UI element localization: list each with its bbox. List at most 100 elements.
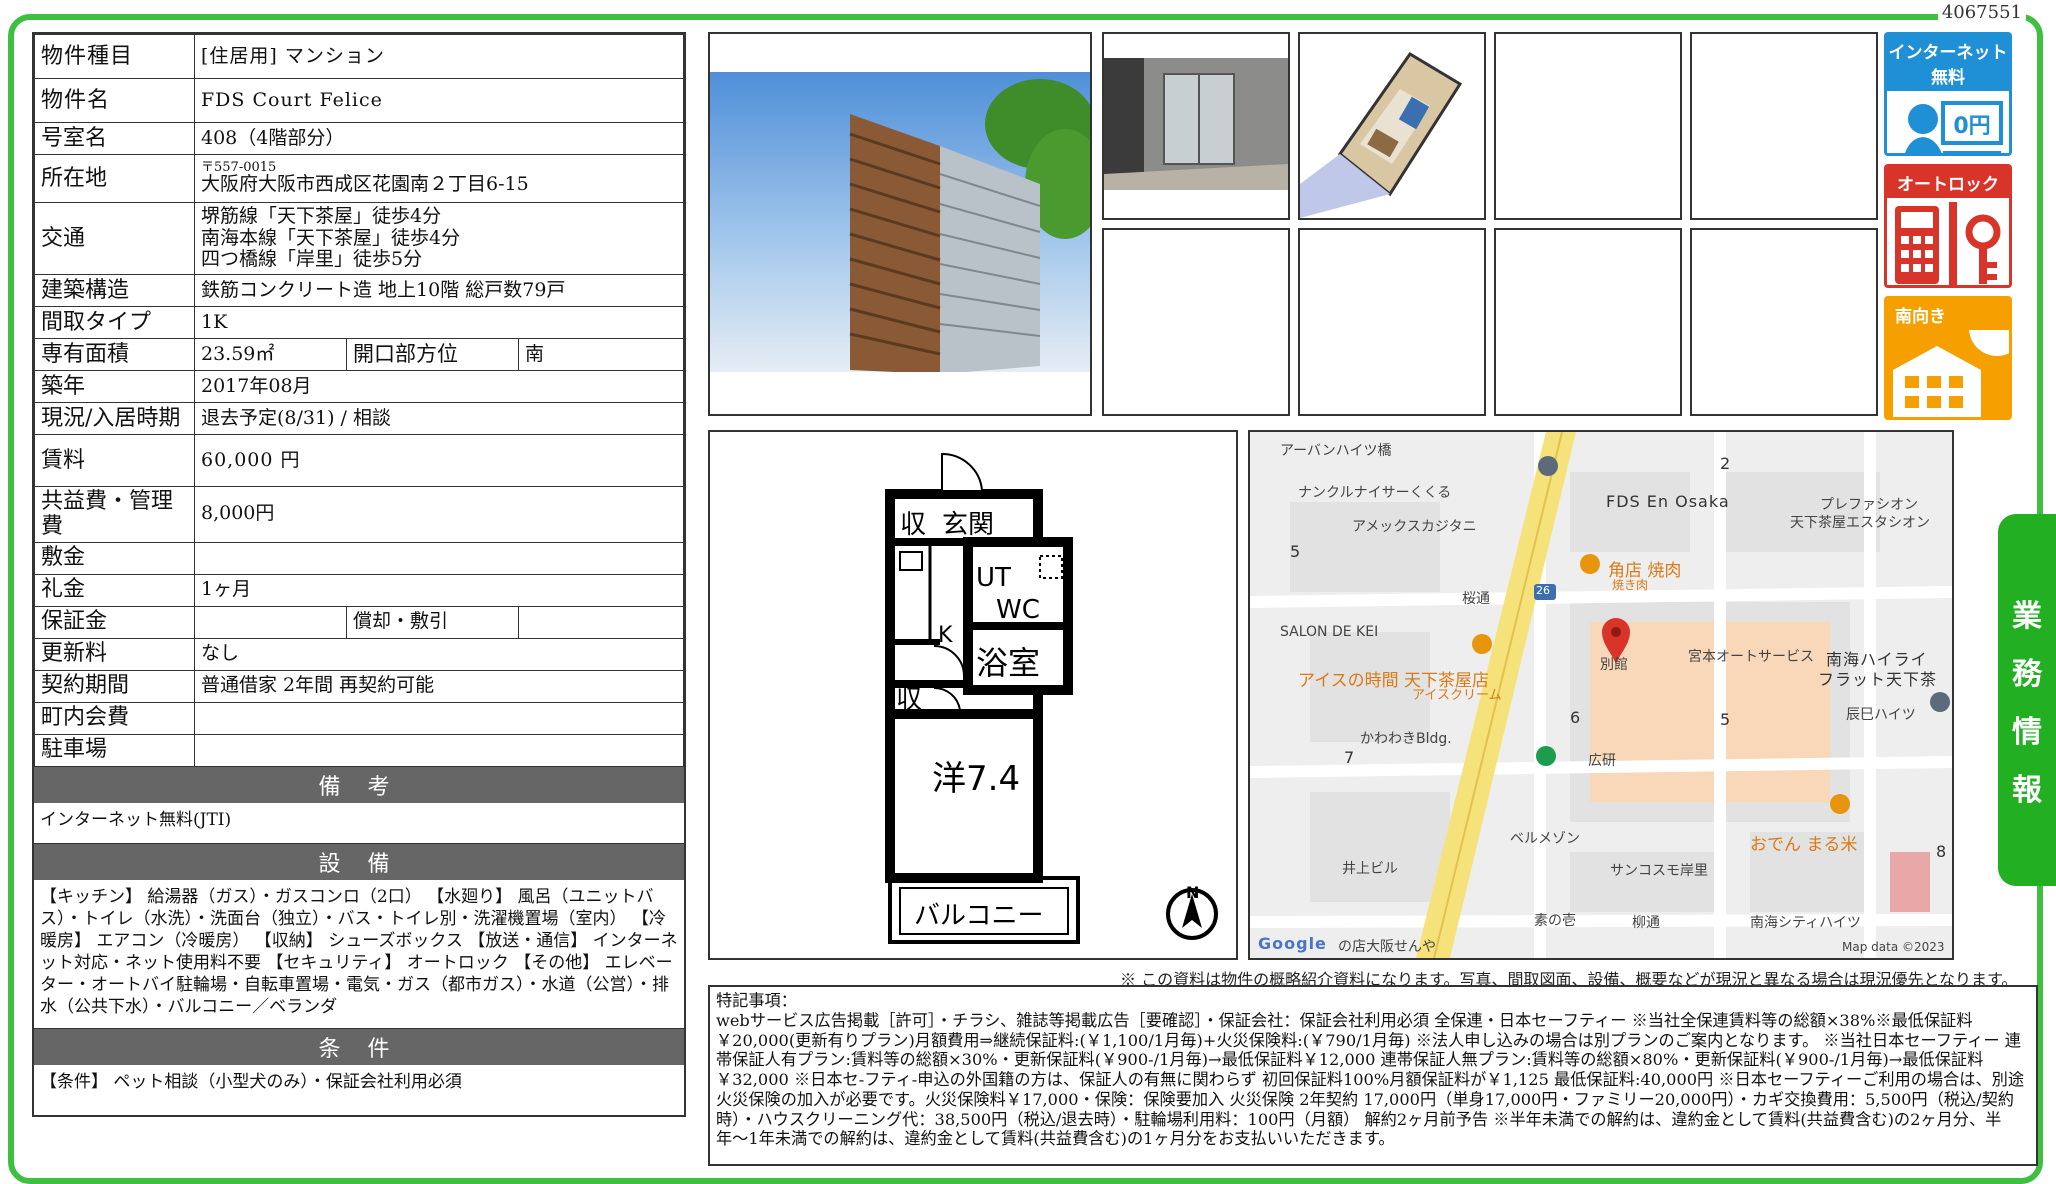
direction-label: 開口部方位 [346, 338, 519, 371]
notes-text: webサービス広告掲載［許可］・チラシ、雑誌等掲載広告［要確認］・保証会社：保証… [716, 1010, 2025, 1149]
tab-char: 業 [2012, 599, 2042, 634]
conditions-text: 【条件】 ペット相談（小型犬のみ）・保証会社利用必須 [40, 1071, 462, 1092]
tab-char: 情 [2012, 715, 2042, 750]
facilities-title: 設 備 [34, 843, 684, 880]
lobby-photo[interactable] [1102, 32, 1290, 220]
fee-label: 共益費・管理費 [34, 486, 195, 543]
address-value: 大阪府大阪市西成区花園南２丁目6-15 [201, 173, 529, 196]
room-value: 408（4階部分） [194, 122, 684, 155]
document-number: 4067551 [1937, 2, 2026, 23]
built-label: 築年 [34, 370, 195, 403]
map-label: 別館 [1600, 657, 1628, 673]
map-number: 6 [1570, 708, 1582, 727]
transport-cell: 堺筋線「天下茶屋」徒歩4分 南海本線「天下茶屋」徒歩4分 四つ橋線「岸里」徒歩5… [194, 202, 684, 275]
keymoney-label: 礼金 [34, 573, 195, 607]
map-label: かわわきBldg. [1360, 731, 1452, 747]
map-label: ベルメゾン [1510, 831, 1580, 847]
floor-plan-drawing: 収 玄関 UT WC K 収 浴室 洋7.4 バルコニー N [885, 452, 1218, 944]
amort-value [518, 605, 684, 639]
map-label: ナンクルナイサーくくる [1298, 485, 1452, 501]
south-facing-badge: 南向き [1884, 296, 2012, 420]
notes-title: 特記事項： [716, 991, 797, 1010]
type-value: [住居用] マンション [194, 34, 684, 79]
business-info-tab[interactable]: 業 務 情 報 [1998, 514, 2056, 886]
internet-free-badge: インターネット無料 0円 [1884, 32, 2012, 156]
type-label: 物件種目 [34, 34, 195, 79]
western-room-label: 洋7.4 [932, 759, 1020, 799]
wc-label: WC [996, 595, 1040, 625]
amort-label: 償却・敷引 [346, 605, 519, 639]
parking-value [194, 733, 684, 767]
bath-label: 浴室 [976, 644, 1040, 682]
map-label: プレファシオン [1820, 497, 1918, 513]
transport-line: 南海本線「天下茶屋」徒歩4分 [201, 226, 461, 249]
remarks-text: インターネット無料(JTI) [34, 803, 684, 844]
layout-value: 1K [194, 306, 684, 339]
map-label: 宮本オートサービス [1688, 649, 1814, 665]
direction-value: 南 [518, 338, 684, 371]
map-label: アイスクリーム [1412, 688, 1502, 703]
map-number: 5 [1290, 542, 1302, 561]
photo-slot-empty [1298, 228, 1486, 416]
status-label: 現況/入居時期 [34, 402, 195, 435]
kitchen-label: K [938, 623, 953, 648]
lobby-illustration [1104, 58, 1288, 190]
entrance-label: 玄関 [942, 510, 994, 540]
tab-char: 務 [2012, 657, 2042, 692]
map-label: 桜通 [1462, 591, 1490, 607]
location-map[interactable]: アーバンハイツ橋 ナンクルナイサーくくる FDS En Osaka プレファシオ… [1248, 430, 1954, 960]
area-label: 専有面積 [34, 338, 195, 371]
transport-line: 堺筋線「天下茶屋」徒歩4分 [201, 204, 442, 227]
map-label: フラット天下茶 [1818, 670, 1938, 689]
google-logo: Google [1258, 934, 1327, 953]
map-number: 8 [1936, 842, 1948, 861]
map-attribution: Map data ©2023 [1842, 940, 1945, 954]
structure-value: 鉄筋コンクリート造 地上10階 総戸数79戸 [194, 274, 684, 307]
room-3d-illustration [1300, 34, 1484, 218]
conditions-title: 条 件 [34, 1028, 684, 1065]
storage-label: 収 [896, 685, 922, 715]
renewal-value: なし [194, 637, 684, 671]
map-label: 天下茶屋エスタシオン [1790, 515, 1930, 531]
address-cell: 〒557-0015 大阪府大阪市西成区花園南２丁目6-15 [194, 154, 684, 203]
photo-slot-empty [1102, 228, 1290, 416]
north-arrow-icon: N [1186, 883, 1199, 902]
map-label: 井上ビル [1342, 861, 1398, 877]
special-notes: 特記事項： webサービス広告掲載［許可］・チラシ、雑誌等掲載広告［要確認］・保… [708, 985, 2038, 1166]
map-label: 素の壱 [1534, 913, 1576, 929]
deposit-value [194, 541, 684, 575]
photo-slot-empty [1690, 32, 1878, 220]
map-label: の店大阪せんや [1338, 939, 1436, 955]
name-value: FDS Court Felice [194, 78, 684, 123]
badge-label: 南向き [1887, 299, 2009, 330]
structure-label: 建築構造 [34, 274, 195, 307]
svg-text:0円: 0円 [1953, 114, 1990, 139]
built-value: 2017年08月 [194, 370, 684, 403]
status-value: 退去予定(8/31) / 相談 [194, 402, 684, 435]
rent-label: 賃料 [34, 434, 195, 487]
map-label: SALON DE KEI [1280, 624, 1379, 640]
storage-label: 収 [900, 510, 926, 540]
parking-label: 駐車場 [34, 733, 195, 767]
photo-slot-empty [1690, 228, 1878, 416]
map-number: 5 [1720, 710, 1732, 729]
badge-label: インターネット無料 [1887, 35, 2009, 91]
property-info-table: 物件種目 [住居用] マンション 物件名 FDS Court Felice 号室名 4… [32, 32, 686, 1117]
map-label: アメックスカジタニ [1352, 519, 1477, 535]
map-label: おでん まる米 [1750, 835, 1858, 855]
area-value: 23.59㎡ [194, 338, 347, 371]
guarantee-label: 保証金 [34, 605, 195, 639]
transport-line: 四つ橋線「岸里」徒歩5分 [201, 248, 423, 271]
building-illustration [710, 72, 1105, 414]
ut-label: UT [976, 563, 1011, 593]
map-label: サンコスモ岸里 [1610, 863, 1708, 879]
floorplan-3d-photo[interactable] [1298, 32, 1486, 220]
photo-slot-empty [1494, 228, 1682, 416]
building-exterior-photo[interactable] [708, 32, 1105, 416]
name-label: 物件名 [34, 78, 195, 123]
photo-slot-empty [1494, 32, 1682, 220]
map-label: FDS En Osaka [1606, 492, 1730, 511]
badge-label: オートロック [1887, 167, 2009, 198]
floor-plan[interactable]: 収 玄関 UT WC K 収 浴室 洋7.4 バルコニー N [708, 430, 1238, 960]
community-value [194, 701, 684, 735]
